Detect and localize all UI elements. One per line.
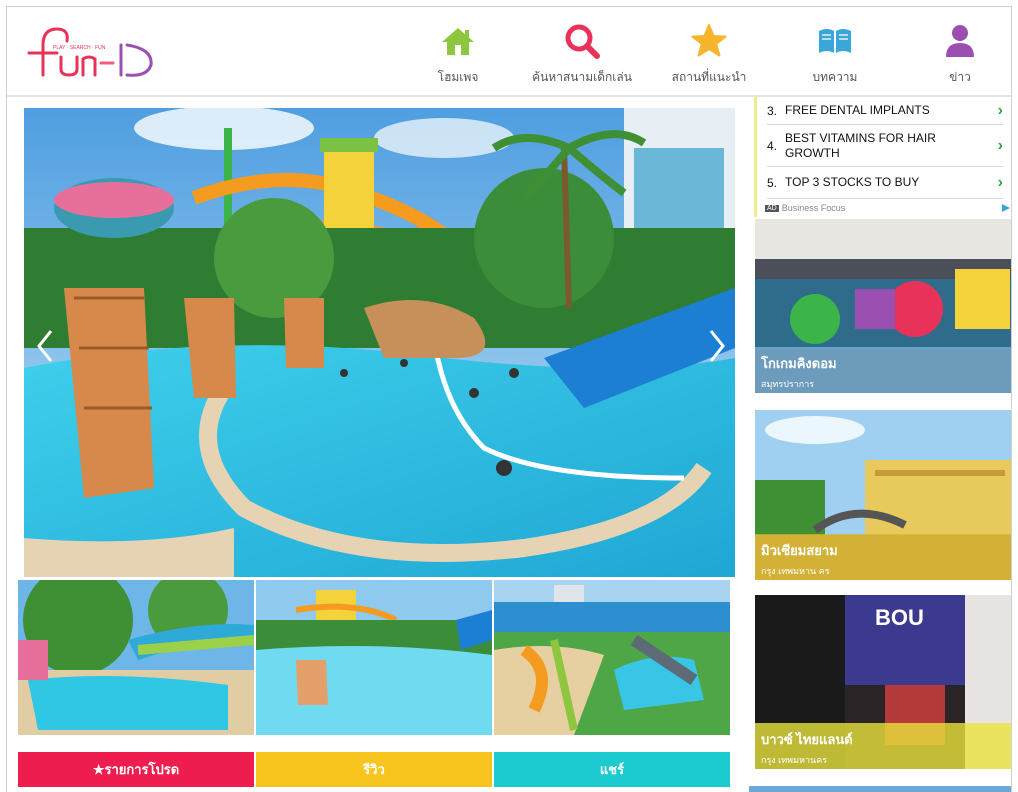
page-frame: PLAY · SEARCH · FUN โฮมเพจ ค้นหาสนามเด็ก… <box>6 6 1012 792</box>
ad-link[interactable]: 3. FREE DENTAL IMPLANTS › <box>767 97 1003 125</box>
place-card-title: มิวเซียมสยาม <box>761 543 838 558</box>
place-card-caption: บาวซ์ ไทยแลนด์ กรุง เทพมหานคร <box>755 723 1011 769</box>
chevron-right-icon: › <box>997 101 1003 119</box>
ad-link[interactable]: 5. TOP 3 STOCKS TO BUY › <box>767 167 1003 199</box>
hero-prev-button[interactable] <box>30 326 60 366</box>
ad-link-number: 3. <box>767 103 778 118</box>
home-icon <box>433 21 483 60</box>
place-card[interactable]: โกเกมคิงดอม สมุทรปราการ <box>755 219 1011 393</box>
nav-articles[interactable]: บทความ <box>807 21 863 87</box>
person-icon <box>935 21 985 60</box>
ad-link-text: TOP 3 STOCKS TO BUY <box>785 175 920 189</box>
next-card-edge <box>749 786 1011 792</box>
place-card-location: สมุทรปราการ <box>761 379 815 389</box>
hero-next-button[interactable] <box>702 326 732 366</box>
nav-news-label: ข่าว <box>949 70 971 84</box>
gallery-thumbnail[interactable] <box>256 580 492 735</box>
nav-recommended[interactable]: สถานที่แนะนำ <box>671 21 747 87</box>
ad-link-text: FREE DENTAL IMPLANTS <box>785 103 930 117</box>
nav-news[interactable]: ข่าว <box>935 21 985 87</box>
bounce-sign-graphic: BOU <box>875 605 924 630</box>
chevron-left-icon <box>37 330 53 362</box>
place-card-location: กรุง เทพมหานคร <box>761 755 828 765</box>
nav-home[interactable]: โฮมเพจ <box>430 21 486 87</box>
favorite-tab-label: ★รายการโปรด <box>92 762 180 777</box>
ad-link-number: 4. <box>767 138 778 153</box>
place-card-caption: โกเกมคิงดอม สมุทรปราการ <box>755 347 1011 393</box>
nav-home-label: โฮมเพจ <box>437 70 479 84</box>
ad-link-text: BEST VITAMINS FOR HAIR GROWTH <box>785 130 936 160</box>
favorite-tab[interactable]: ★รายการโปรด <box>18 752 254 787</box>
gallery-thumbnail[interactable] <box>494 580 730 735</box>
nav-recommended-label: สถานที่แนะนำ <box>671 70 747 84</box>
ad-badge: AD <box>765 204 779 212</box>
share-tab-label: แชร์ <box>599 762 625 777</box>
ad-sponsor[interactable]: AD Business Focus <box>765 203 845 213</box>
place-card[interactable]: BOU บาวซ์ ไทยแลนด์ กรุง เทพมหานคร <box>755 595 1011 769</box>
star-icon <box>684 21 734 60</box>
place-card-title: โกเกมคิงดอม <box>761 356 837 371</box>
ad-link-number: 5. <box>767 175 778 190</box>
nav-search-label: ค้นหาสนามเด็กเล่น <box>532 70 632 84</box>
share-tab[interactable]: แชร์ <box>494 752 730 787</box>
ad-link[interactable]: 4. BEST VITAMINS FOR HAIR GROWTH › <box>767 125 1003 167</box>
place-card[interactable]: มิวเซียมสยาม กรุง เทพมหาน คร <box>755 410 1011 580</box>
review-tab-label: รีวิว <box>363 762 385 777</box>
place-card-title: บาวซ์ ไทยแลนด์ <box>761 732 853 747</box>
chevron-right-icon: › <box>997 136 1003 154</box>
search-icon <box>557 21 607 60</box>
book-icon <box>810 21 860 60</box>
adchoices-icon[interactable] <box>1001 203 1011 213</box>
logo-tagline: PLAY · SEARCH · FUN <box>53 45 106 51</box>
ad-sponsor-name: Business Focus <box>781 203 846 213</box>
site-logo[interactable]: PLAY · SEARCH · FUN <box>17 19 157 83</box>
hero-slideshow-image[interactable] <box>24 108 735 577</box>
logo-graphic: PLAY · SEARCH · FUN <box>27 27 153 77</box>
gallery-thumbnail[interactable] <box>18 580 254 735</box>
chevron-right-icon <box>709 330 725 362</box>
nav-search[interactable]: ค้นหาสนามเด็กเล่น <box>530 21 634 87</box>
place-card-location: กรุง เทพมหาน คร <box>761 566 830 576</box>
nav-articles-label: บทความ <box>812 70 858 84</box>
chevron-right-icon: › <box>997 173 1003 191</box>
review-tab[interactable]: รีวิว <box>256 752 492 787</box>
place-card-caption: มิวเซียมสยาม กรุง เทพมหาน คร <box>755 534 1011 580</box>
sponsored-ad-box: 3. FREE DENTAL IMPLANTS › 4. BEST VITAMI… <box>754 97 1011 217</box>
site-header: PLAY · SEARCH · FUN โฮมเพจ ค้นหาสนามเด็ก… <box>7 7 1011 97</box>
